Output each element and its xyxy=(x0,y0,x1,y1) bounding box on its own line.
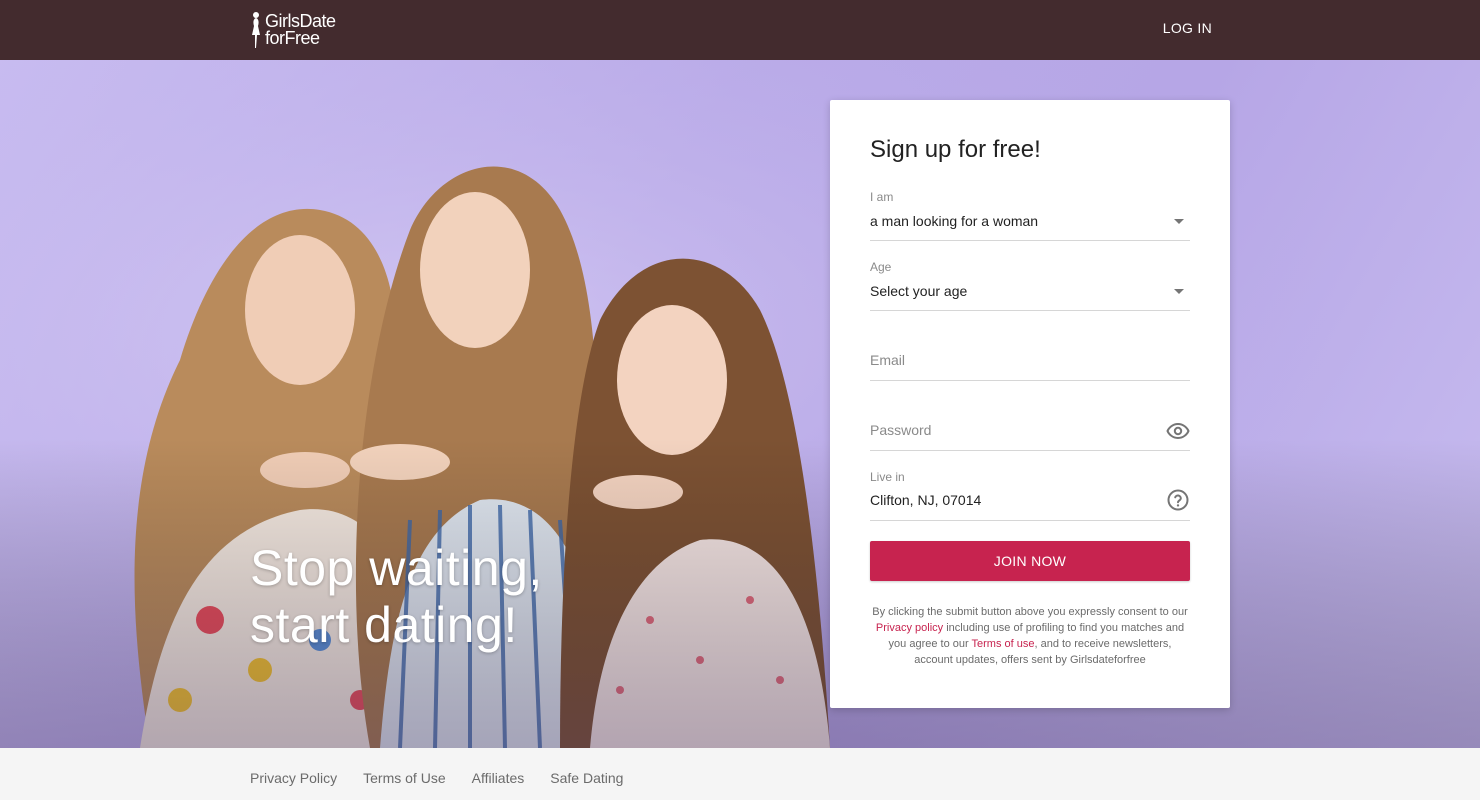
footer: Privacy Policy Terms of Use Affiliates S… xyxy=(0,748,1480,800)
footer-links: Privacy Policy Terms of Use Affiliates S… xyxy=(250,770,623,786)
footer-affiliates-link[interactable]: Affiliates xyxy=(472,770,525,786)
gender-select[interactable]: I am a man looking for a woman xyxy=(870,190,1190,241)
logo-text: GirlsDate forFree xyxy=(265,12,336,48)
location-value: Clifton, NJ, 07014 xyxy=(870,492,982,508)
headline-line-2: start dating! xyxy=(250,597,518,653)
footer-terms-of-use-link[interactable]: Terms of Use xyxy=(363,770,445,786)
age-select[interactable]: Age Select your age xyxy=(870,260,1190,311)
gender-label: I am xyxy=(870,190,894,204)
hero-headline: Stop waiting, start dating! xyxy=(250,540,543,654)
woman-silhouette-icon xyxy=(252,12,260,48)
login-link[interactable]: LOG IN xyxy=(1163,20,1212,36)
password-placeholder: Password xyxy=(870,422,932,438)
top-navigation-bar: GirlsDate forFree LOG IN xyxy=(0,0,1480,60)
email-placeholder: Email xyxy=(870,352,906,368)
legal-text-part-1: By clicking the submit button above you … xyxy=(872,606,1188,618)
site-logo[interactable]: GirlsDate forFree xyxy=(250,10,336,50)
age-value: Select your age xyxy=(870,283,968,299)
hero-section: Stop waiting, start dating! xyxy=(0,60,1480,748)
terms-of-use-link[interactable]: Terms of use xyxy=(972,638,1035,650)
signup-title: Sign up for free! xyxy=(870,136,1041,163)
gender-value: a man looking for a woman xyxy=(870,213,1039,229)
privacy-policy-link[interactable]: Privacy policy xyxy=(876,622,943,634)
hero-photo xyxy=(0,60,1480,748)
footer-safe-dating-link[interactable]: Safe Dating xyxy=(550,770,623,786)
location-label: Live in xyxy=(870,470,905,484)
headline-line-1: Stop waiting, xyxy=(250,540,543,596)
dropdown-caret-icon xyxy=(1174,289,1184,294)
password-field[interactable]: Password xyxy=(870,410,1190,451)
location-field[interactable]: Live in Clifton, NJ, 07014 xyxy=(870,470,1190,521)
email-field[interactable]: Email xyxy=(870,340,1190,381)
footer-privacy-policy-link[interactable]: Privacy Policy xyxy=(250,770,337,786)
eye-icon[interactable] xyxy=(1166,419,1190,443)
signup-card: Sign up for free! I am a man looking for… xyxy=(830,100,1230,708)
help-circle-icon[interactable] xyxy=(1166,488,1190,512)
logo-line-2: forFree xyxy=(265,28,320,48)
dropdown-caret-icon xyxy=(1174,219,1184,224)
age-label: Age xyxy=(870,260,892,274)
join-now-button[interactable]: JOIN NOW xyxy=(870,541,1190,581)
legal-consent-text: By clicking the submit button above you … xyxy=(870,604,1190,668)
